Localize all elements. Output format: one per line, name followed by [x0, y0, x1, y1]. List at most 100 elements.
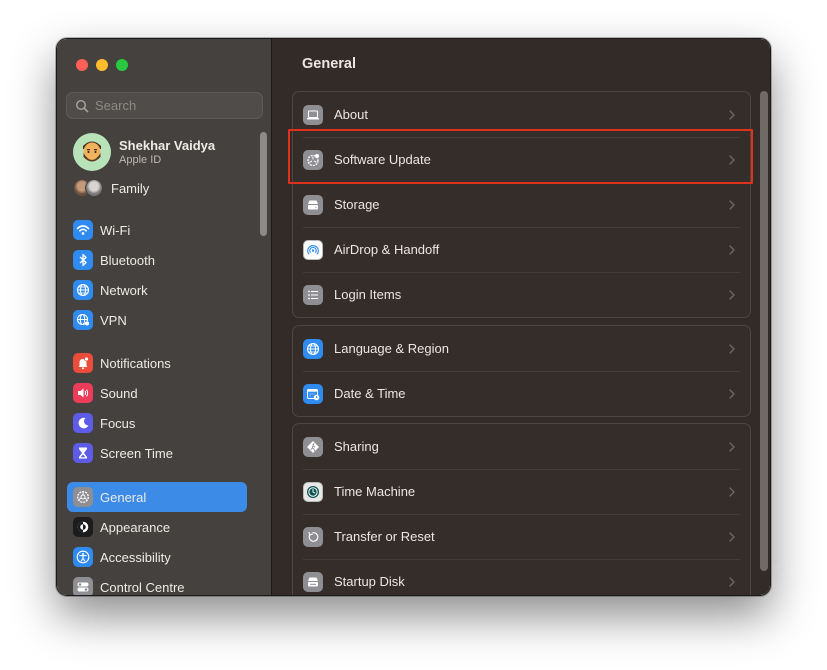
main-scrollbar[interactable] [760, 91, 768, 571]
sidebar-item-icon [73, 250, 93, 270]
settings-row-language-region[interactable]: Language & Region [293, 326, 750, 371]
sidebar-item-network[interactable]: Network [67, 275, 247, 305]
sidebar-item-icon [73, 517, 93, 537]
chevron-right-icon [729, 486, 735, 497]
settings-row-airdrop-handoff[interactable]: AirDrop & Handoff [293, 227, 750, 272]
row-icon [303, 149, 323, 170]
settings-row-login-items[interactable]: Login Items [293, 272, 750, 317]
sidebar-item-label: VPN [100, 312, 127, 328]
sidebar-item-icon [73, 383, 93, 403]
settings-row-software-update[interactable]: Software Update [293, 137, 750, 182]
reset-icon [308, 531, 319, 542]
sidebar-item-accessibility[interactable]: Accessibility [67, 542, 247, 572]
sidebar-item-sound[interactable]: Sound [67, 378, 247, 408]
row-label: Date & Time [334, 386, 406, 401]
sidebar-item-icon [73, 443, 93, 463]
sidebar-item-label: Notifications [100, 355, 171, 371]
avatar [73, 133, 111, 171]
sidebar-item-family[interactable]: Family [73, 179, 149, 197]
vpn-globe-icon [76, 313, 89, 326]
settings-row-transfer-or-reset[interactable]: Transfer or Reset [293, 514, 750, 559]
row-label: Transfer or Reset [334, 529, 435, 544]
sidebar-scrollbar[interactable] [260, 132, 267, 236]
sidebar-item-appearance[interactable]: Appearance [67, 512, 247, 542]
list-icon [308, 290, 318, 299]
sidebar-item-label: Appearance [100, 519, 171, 535]
search-input[interactable] [95, 98, 255, 113]
row-icon [303, 284, 323, 305]
row-icon [303, 571, 323, 592]
sidebar-item-label: Accessibility [100, 549, 171, 565]
sidebar-item-icon [73, 280, 93, 300]
minimize-button[interactable] [96, 59, 108, 71]
hourglass-icon [79, 447, 87, 459]
disk-icon [308, 577, 318, 586]
settings-row-storage[interactable]: Storage [293, 182, 750, 227]
globe-icon [306, 342, 320, 355]
system-settings-window: Shekhar Vaidya Apple ID Family Wi-Fi Blue… [56, 38, 771, 596]
profile-subtitle: Apple ID [119, 154, 162, 166]
row-icon [303, 194, 323, 215]
row-icon [303, 383, 323, 404]
row-label: Software Update [334, 152, 431, 167]
sidebar-item-notifications[interactable]: Notifications [67, 348, 247, 378]
sidebar-item-screen-time[interactable]: Screen Time [67, 438, 247, 468]
sidebar-item-label: Focus [100, 415, 136, 431]
time-machine-icon [307, 485, 319, 498]
sidebar-item-icon [73, 547, 93, 567]
settings-group: Language & Region Date & Time [292, 325, 751, 417]
wifi-icon [76, 225, 90, 235]
sidebar-item-wi-fi[interactable]: Wi-Fi [67, 215, 247, 245]
search-icon [75, 99, 89, 112]
chevron-right-icon [729, 576, 735, 587]
settings-row-about[interactable]: About [293, 92, 750, 137]
storage-icon [308, 200, 318, 209]
close-button[interactable] [76, 59, 88, 71]
family-avatar [85, 179, 103, 197]
moon-icon [78, 417, 89, 429]
sidebar: Shekhar Vaidya Apple ID Family Wi-Fi Blue… [57, 39, 272, 595]
row-label: AirDrop & Handoff [334, 242, 440, 257]
main-pane: General About Software Update Storage AirDr… [272, 39, 770, 595]
row-label: Login Items [334, 287, 402, 302]
sidebar-item-label: Wi-Fi [100, 222, 131, 238]
bluetooth-icon [79, 253, 87, 267]
settings-row-startup-disk[interactable]: Startup Disk [293, 559, 750, 595]
sidebar-item-vpn[interactable]: VPN [67, 305, 247, 335]
row-icon [303, 481, 323, 502]
sidebar-item-icon [73, 413, 93, 433]
sidebar-item-label: Network [100, 282, 148, 298]
control-centre-icon [77, 582, 89, 592]
sidebar-item-label: Bluetooth [100, 252, 155, 268]
row-label: Language & Region [334, 341, 449, 356]
row-label: Storage [334, 197, 380, 212]
settings-group: About Software Update Storage AirDrop & Han… [292, 91, 751, 318]
sidebar-item-focus[interactable]: Focus [67, 408, 247, 438]
sidebar-item-label: Sound [100, 385, 138, 401]
settings-row-time-machine[interactable]: Time Machine [293, 469, 750, 514]
sidebar-item-icon [73, 577, 93, 595]
speaker-icon [78, 388, 89, 398]
row-icon [303, 338, 323, 359]
sidebar-item-label: General [100, 489, 147, 505]
row-icon [303, 436, 323, 457]
apple-id-profile[interactable]: Shekhar Vaidya Apple ID [73, 133, 215, 171]
sidebar-item-icon [73, 353, 93, 373]
calendar-clock-icon [307, 388, 320, 400]
settings-row-sharing[interactable]: Sharing [293, 424, 750, 469]
search-field[interactable] [66, 92, 263, 119]
chevron-right-icon [729, 531, 735, 542]
gear-icon [77, 491, 89, 503]
sidebar-item-general[interactable]: General [67, 482, 247, 512]
settings-row-date-time[interactable]: Date & Time [293, 371, 750, 416]
sidebar-item-control-centre[interactable]: Control Centre [67, 572, 247, 595]
chevron-right-icon [729, 109, 735, 120]
sidebar-item-bluetooth[interactable]: Bluetooth [67, 245, 247, 275]
accessibility-icon [76, 550, 90, 564]
appearance-icon [77, 521, 89, 533]
sidebar-item-icon [73, 487, 93, 507]
maximize-button[interactable] [116, 59, 128, 71]
page-title: General [302, 56, 356, 72]
chevron-right-icon [729, 343, 735, 354]
row-label: Startup Disk [334, 574, 405, 589]
